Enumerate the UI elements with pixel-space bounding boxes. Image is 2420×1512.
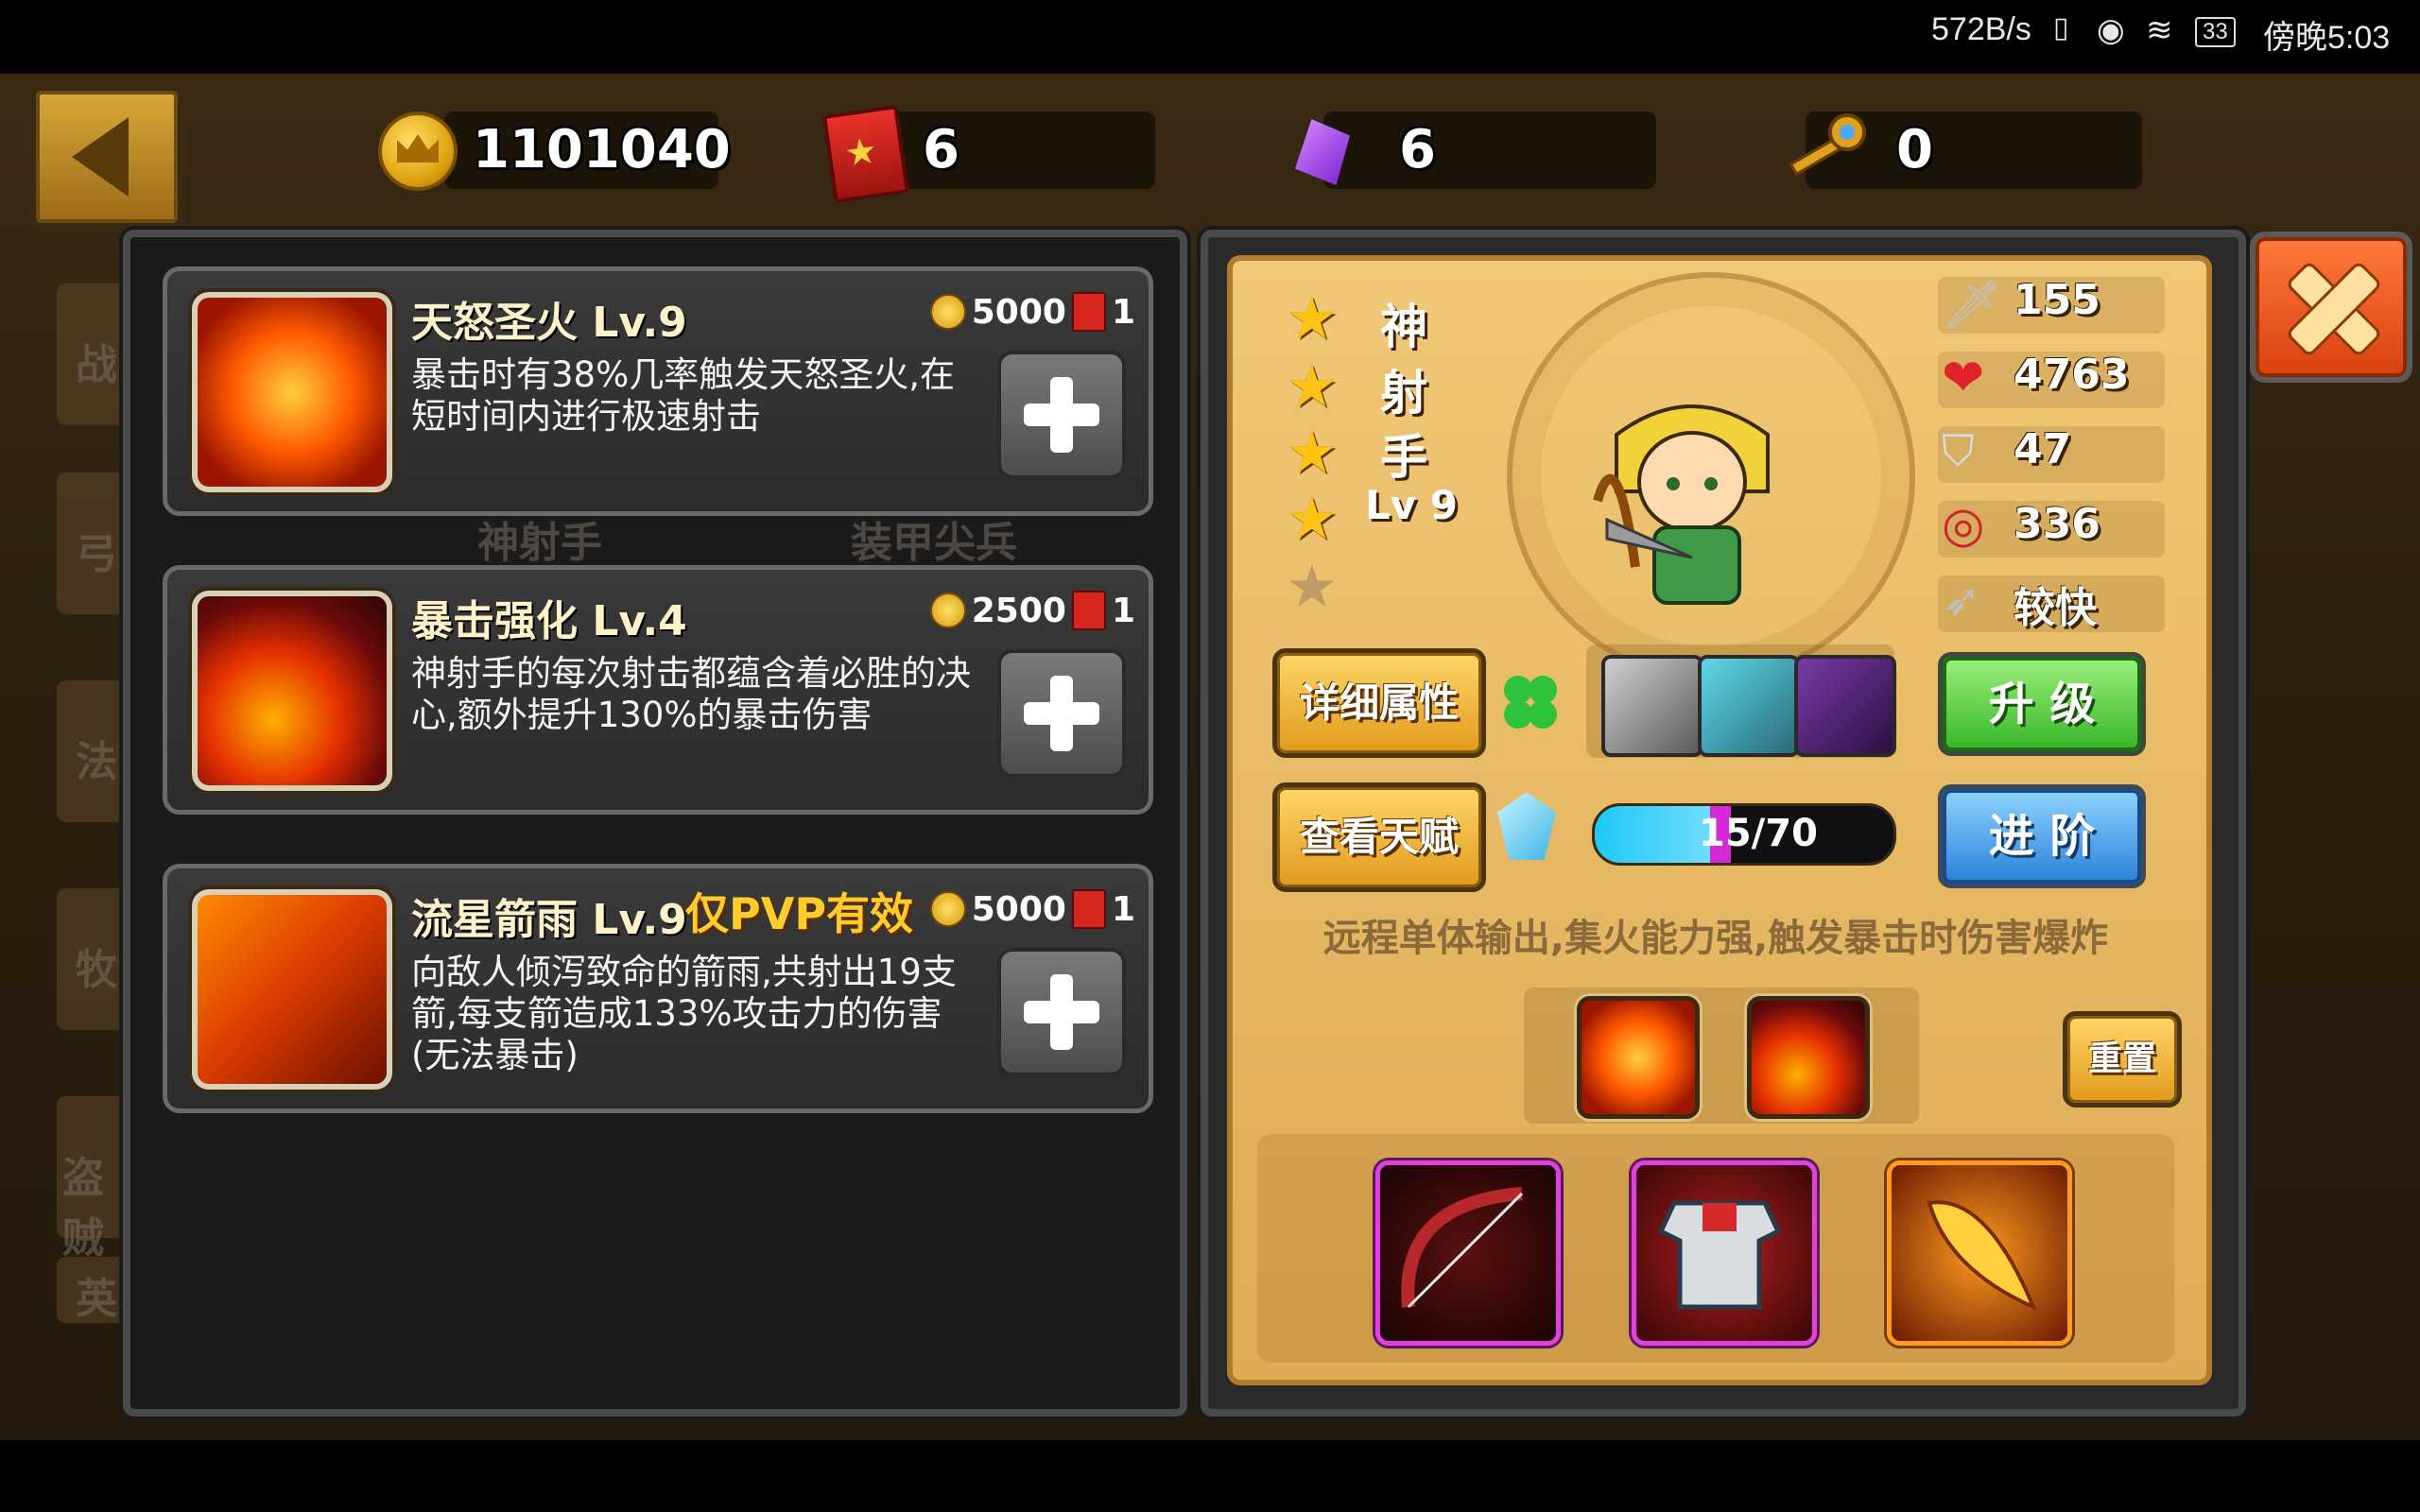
gold-coin-icon — [929, 593, 966, 628]
book-cost: 1 — [1111, 591, 1135, 630]
hero-name-char: 神 — [1380, 300, 1427, 354]
arrow-rain-skill-icon — [192, 889, 392, 1090]
gold-cost: 5000 — [971, 292, 1066, 332]
skill-description: 暴击时有38%几率触发天怒圣火,在短时间内进行极速射击 — [411, 354, 955, 437]
bow-equipment-slot[interactable] — [1375, 1160, 1561, 1346]
back-button[interactable] — [28, 83, 185, 231]
close-button[interactable] — [2250, 232, 2412, 383]
clock: 傍晚5:03 — [2263, 20, 2391, 56]
attack-speed-icon: ➶ — [1942, 573, 1981, 627]
skill-book-value: 6 — [923, 119, 959, 180]
star-filled-icon: ★ — [1286, 418, 1339, 487]
star-filled-icon: ★ — [1286, 352, 1339, 421]
upgrade-button[interactable]: 升 级 — [1938, 652, 2146, 756]
holy-fire-skill-icon — [192, 292, 392, 492]
stone-rune-slot[interactable] — [1698, 655, 1800, 757]
defense-value: 47 — [2014, 425, 2072, 473]
back-arrow-icon — [72, 117, 129, 197]
chest-armor-icon — [1657, 1200, 1782, 1310]
status-bar: 572B/s ▯ ◉ ≋ 33 傍晚5:03 — [0, 0, 2420, 74]
net-speed: 572B/s — [1931, 11, 2031, 47]
gem-counter — [1323, 112, 1656, 189]
skill-card: 流星箭雨 Lv.9 仅PVP有效 向敌人倾泻致命的箭雨,共射出19支箭,每支箭造… — [163, 864, 1153, 1113]
upgrade-skill-button[interactable] — [997, 649, 1126, 778]
critical-strike-talent-slot[interactable] — [1747, 996, 1870, 1119]
skill-title: 暴击强化 Lv.4 — [411, 597, 687, 645]
star-filled-icon: ★ — [1286, 284, 1339, 352]
exp-progress-text: 15/70 — [1699, 812, 1818, 855]
flame-quiver-icon — [1927, 1200, 2037, 1311]
hero-name-char: 手 — [1380, 430, 1427, 485]
skill-description: 向敌人倾泻致命的箭雨,共射出19支箭,每支箭造成133%攻击力的伤害(无法暴击) — [411, 952, 957, 1075]
armor-icon: ⛉ — [1942, 425, 1975, 476]
target-icon: ◎ — [1942, 497, 1985, 554]
gem-value: 6 — [1399, 119, 1436, 180]
bg-hero-name: 装甲尖兵 — [851, 519, 1017, 567]
upgrade-skill-button[interactable] — [997, 948, 1126, 1076]
eye-icon: ◉ — [2097, 12, 2125, 48]
exp-progress-bar: 15/70 — [1592, 803, 1896, 866]
book-cost: 1 — [1111, 292, 1135, 332]
advance-button[interactable]: 进 阶 — [1938, 784, 2146, 888]
hero-name-char: 射 — [1380, 366, 1427, 421]
skill-title: 流星箭雨 Lv.9 — [411, 896, 687, 944]
key-value: 0 — [1896, 119, 1933, 180]
attack-value: 155 — [2014, 276, 2100, 324]
hero-description: 远程单体输出,集火能力强,触发暴击时伤害爆炸 — [1322, 917, 2109, 960]
skill-description: 神射手的每次射击都蕴含着必胜的决心,额外提升130%的暴击伤害 — [411, 653, 971, 735]
detail-attributes-button[interactable]: 详细属性 — [1272, 648, 1486, 758]
gold-coin-icon — [929, 294, 966, 330]
skill-card: 天怒圣火 Lv.9 暴击时有38%几率触发天怒圣火,在短时间内进行极速射击 50… — [163, 266, 1153, 516]
star-filled-icon: ★ — [1286, 484, 1339, 553]
gold-value: 1101040 — [473, 119, 731, 180]
skill-cost: 5000 1 — [929, 889, 1135, 929]
heart-icon: ❤ — [1942, 348, 1985, 407]
gold-cost: 5000 — [971, 889, 1066, 929]
holy-fire-talent-slot[interactable] — [1577, 996, 1700, 1119]
hero-level: Lv 9 — [1365, 482, 1458, 528]
critical-strike-skill-icon — [192, 591, 392, 791]
exp-progress-fill — [1595, 806, 1710, 863]
gold-cost: 2500 — [971, 591, 1066, 630]
vibrate-icon: ▯ — [2053, 12, 2069, 43]
accessory-equipment-slot[interactable] — [1887, 1160, 2072, 1346]
skill-card: 暴击强化 Lv.4 神射手的每次射击都蕴含着必胜的决心,额外提升130%的暴击伤… — [163, 565, 1153, 815]
skill-book-icon — [1071, 292, 1106, 332]
gold-coin-icon — [929, 891, 966, 927]
clover-icon — [1504, 676, 1557, 729]
upgrade-skill-button[interactable] — [997, 351, 1126, 479]
star-empty-icon: ★ — [1286, 552, 1339, 621]
arrowhead-rune-slot[interactable] — [1601, 655, 1703, 757]
skill-book-icon: ★ — [821, 104, 910, 204]
view-talent-button[interactable]: 查看天赋 — [1272, 782, 1486, 892]
bg-hero-name: 神射手 — [477, 519, 602, 567]
reset-button[interactable]: 重置 — [2063, 1011, 2182, 1108]
bow-icon — [1401, 1187, 1524, 1309]
armor-equipment-slot[interactable] — [1632, 1160, 1817, 1346]
attack-speed-value: 较快 — [2014, 584, 2097, 632]
book-cost: 1 — [1111, 889, 1135, 929]
gold-coin-icon — [378, 112, 458, 191]
accuracy-value: 336 — [2014, 500, 2100, 548]
navigation-bar — [0, 1440, 2420, 1512]
skill-cost: 5000 1 — [929, 292, 1135, 332]
skill-book-icon — [1071, 591, 1106, 630]
golden-key-icon — [1789, 113, 1866, 177]
archer-hero-portrait[interactable] — [1579, 378, 1806, 614]
battery-icon: 33 — [2195, 17, 2236, 47]
skill-book-icon — [1071, 889, 1106, 929]
hammer-rune-slot[interactable] — [1794, 655, 1896, 757]
hp-value: 4763 — [2014, 351, 2130, 399]
wifi-icon: ≋ — [2146, 12, 2173, 48]
pvp-only-label: 仅PVP有效 — [685, 888, 914, 939]
skill-cost: 2500 1 — [929, 591, 1135, 630]
sword-icon: 🗡 — [1942, 277, 2002, 332]
skill-title: 天怒圣火 Lv.9 — [411, 299, 687, 347]
